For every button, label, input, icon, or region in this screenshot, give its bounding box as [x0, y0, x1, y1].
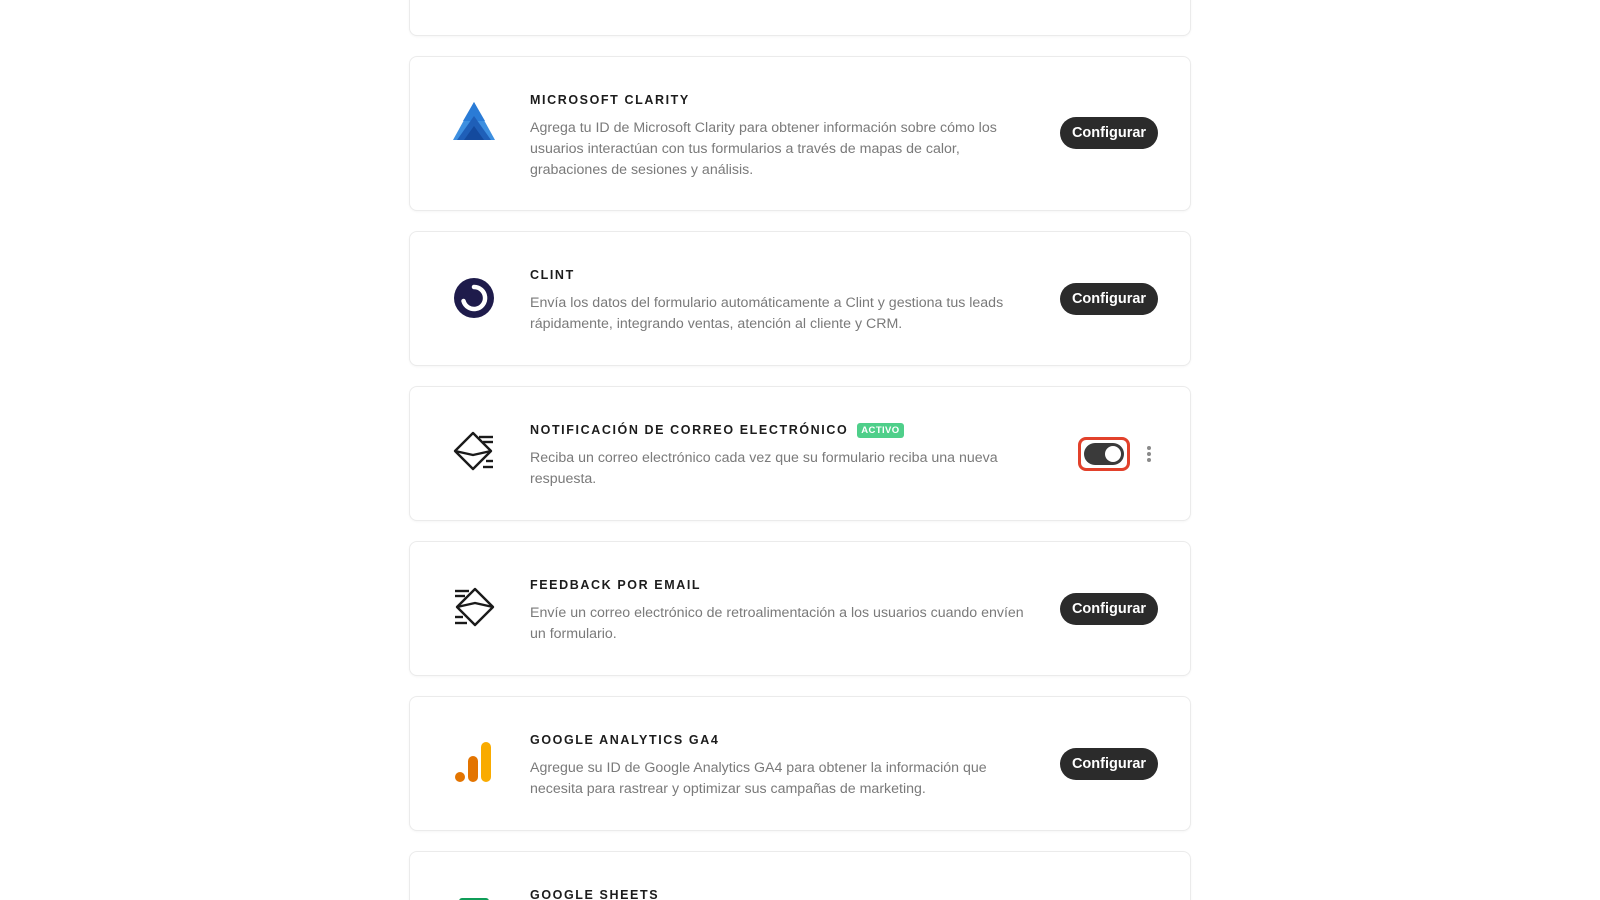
integration-description: Agrega tu ID de Microsoft Clarity para o…: [530, 120, 997, 178]
clint-icon: [452, 276, 496, 320]
integration-title: GOOGLE SHEETS: [530, 888, 660, 900]
configure-button-clint[interactable]: Configurar: [1060, 283, 1158, 315]
email-notification-icon: [452, 430, 496, 474]
integration-description: Reciba un correo electrónico cada vez qu…: [530, 450, 998, 487]
integration-card-email-notification: NOTIFICACIÓN DE CORREO ELECTRÓNICO ACTIV…: [409, 386, 1191, 521]
integration-card-body: MICROSOFT CLARITY Agrega tu ID de Micros…: [530, 91, 1040, 181]
integration-card-google-sheets: GOOGLE SHEETS Configurar: [409, 851, 1191, 900]
integration-card-microsoft-clarity: MICROSOFT CLARITY Agrega tu ID de Micros…: [409, 56, 1191, 211]
configure-button-email-feedback[interactable]: Configurar: [1060, 593, 1158, 625]
google-sheets-icon: [452, 896, 496, 900]
integration-title: MICROSOFT CLARITY: [530, 93, 690, 107]
integration-card-partial-top: [409, 0, 1191, 36]
integration-description: Envíe un correo electrónico de retroalim…: [530, 605, 1024, 642]
integration-card-body: NOTIFICACIÓN DE CORREO ELECTRÓNICO ACTIV…: [530, 421, 1040, 490]
email-notification-toggle-highlight: [1078, 437, 1130, 471]
integration-title: NOTIFICACIÓN DE CORREO ELECTRÓNICO ACTIV…: [530, 421, 1040, 439]
email-notification-toggle[interactable]: [1084, 443, 1124, 465]
integration-card-body: FEEDBACK POR EMAIL Envíe un correo elect…: [530, 576, 1040, 645]
toggle-knob: [1105, 446, 1121, 462]
integration-title: FEEDBACK POR EMAIL: [530, 578, 702, 592]
integration-title: GOOGLE ANALYTICS GA4: [530, 733, 720, 747]
integration-title: CLINT: [530, 268, 575, 282]
integration-card-google-analytics: GOOGLE ANALYTICS GA4 Agregue su ID de Go…: [409, 696, 1191, 831]
integration-card-body: GOOGLE ANALYTICS GA4 Agregue su ID de Go…: [530, 731, 1040, 800]
status-badge: ACTIVO: [857, 422, 904, 438]
microsoft-clarity-icon: [452, 99, 496, 143]
integration-description: Agregue su ID de Google Analytics GA4 pa…: [530, 760, 987, 797]
integration-card-clint: CLINT Envía los datos del formulario aut…: [409, 231, 1191, 366]
more-options-icon[interactable]: [1144, 444, 1154, 464]
integration-description: Envía los datos del formulario automátic…: [530, 295, 1004, 332]
integration-card-email-feedback: FEEDBACK POR EMAIL Envíe un correo elect…: [409, 541, 1191, 676]
configure-button-microsoft-clarity[interactable]: Configurar: [1060, 117, 1158, 149]
email-feedback-icon: [452, 586, 496, 630]
configure-button-google-analytics[interactable]: Configurar: [1060, 748, 1158, 780]
integration-card-body: CLINT Envía los datos del formulario aut…: [530, 266, 1040, 335]
integration-card-body: GOOGLE SHEETS: [530, 886, 1040, 900]
google-analytics-icon: [452, 739, 496, 783]
